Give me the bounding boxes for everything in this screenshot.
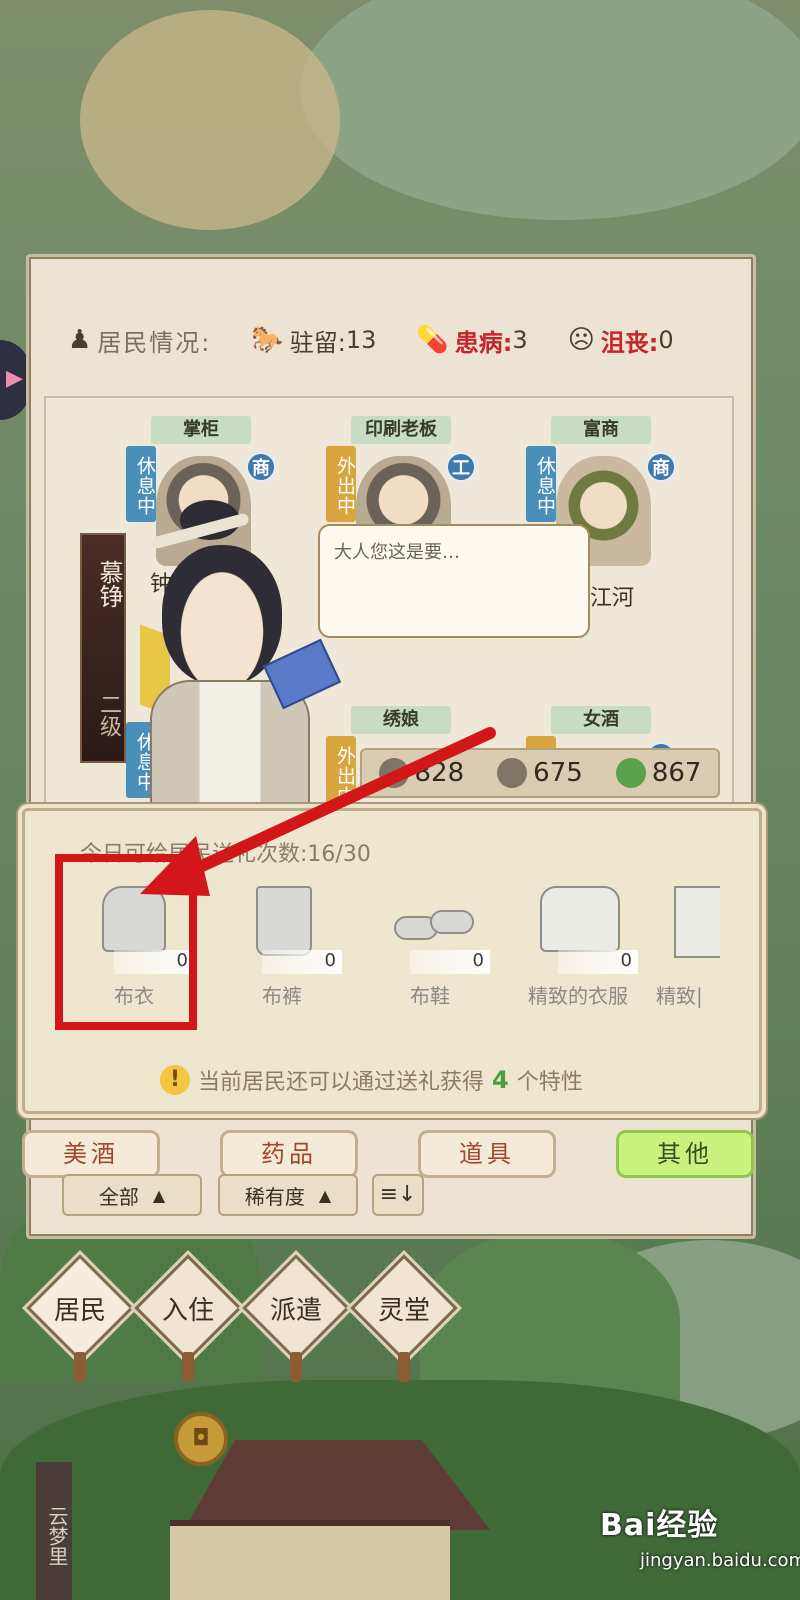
chevron-up-icon: ▲ — [152, 1185, 166, 1205]
baidu-watermark-logo: Bai经验 — [600, 1508, 719, 1543]
highlight-box — [55, 854, 197, 1030]
stationed-count: 🐎 驻留: 13 — [251, 325, 377, 357]
chevron-up-icon: ▲ — [318, 1185, 332, 1205]
tab-props[interactable]: 道具 — [418, 1130, 556, 1178]
fist-icon — [378, 758, 409, 788]
resident-role: 掌柜 — [151, 416, 251, 444]
character-stats: 828 675 867 — [360, 748, 720, 798]
gift-count: 0 — [410, 950, 490, 974]
town-sign: 云梦里 — [36, 1462, 72, 1600]
exclamation-icon: ! — [160, 1065, 190, 1095]
nav-memorial-hall[interactable]: 灵堂 — [350, 1254, 458, 1382]
gift-count: 0 — [558, 950, 638, 974]
merchant-badge: 商 — [246, 452, 276, 482]
gift-item-fine-partial[interactable]: 精致| — [656, 880, 720, 1010]
gift-count: 0 — [262, 950, 342, 974]
status-header: ♟ 居民情况: — [68, 325, 212, 357]
worker-badge: 工 — [446, 452, 476, 482]
tab-wine[interactable]: 美酒 — [22, 1130, 160, 1178]
filter-rarity-dropdown[interactable]: 稀有度 ▲ — [218, 1174, 358, 1216]
sort-button[interactable]: ≡↓ — [372, 1174, 424, 1216]
stat-heart: 675 — [497, 758, 583, 788]
nav-move-in[interactable]: 入住 — [134, 1254, 242, 1382]
gift-item-cloth-shoes[interactable]: 0 布鞋 — [360, 880, 490, 1010]
leaf-icon — [615, 758, 646, 788]
resident-status-bar: ♟ 居民情况: 🐎 驻留: 13 💊 患病: 3 ☹ 沮丧: 0 — [28, 300, 750, 380]
character-name-banner: 慕铮 二级 — [80, 533, 126, 763]
filter-all-dropdown[interactable]: 全部 ▲ — [62, 1174, 202, 1216]
character-name: 慕铮 — [95, 560, 123, 608]
resident-role: 富商 — [551, 416, 651, 444]
stat-strength: 828 — [378, 758, 464, 788]
stat-talent: 867 — [615, 758, 701, 788]
gift-label: 精致的衣服 — [528, 984, 628, 1008]
heart-icon — [497, 758, 528, 788]
gift-item-fine-clothes[interactable]: 0 精致的衣服 — [508, 880, 638, 1010]
baidu-watermark-url: jingyan.baidu.com — [640, 1550, 800, 1571]
nav-dispatch[interactable]: 派遣 — [242, 1254, 350, 1382]
gift-label: 精致| — [656, 984, 703, 1008]
depressed-count: ☹ 沮丧: 0 — [567, 325, 674, 357]
person-icon: ♟ — [68, 325, 92, 355]
horse-icon: 🐎 — [251, 325, 284, 355]
sad-face-icon: ☹ — [567, 325, 595, 355]
town-house[interactable] — [170, 1520, 450, 1600]
merchant-badge: 商 — [646, 452, 676, 482]
tab-other[interactable]: 其他 — [616, 1130, 754, 1178]
gift-label: 布裤 — [262, 984, 302, 1008]
speech-bubble: 大人您这是要… — [318, 524, 590, 638]
nav-residents[interactable]: 居民 — [26, 1254, 134, 1382]
tab-medicine[interactable]: 药品 — [220, 1130, 358, 1178]
gift-item-cloth-pants[interactable]: 0 布裤 — [212, 880, 342, 1010]
sick-count: 💊 患病: 3 — [416, 325, 528, 357]
gift-label: 布鞋 — [410, 984, 450, 1008]
resident-role: 女酒 — [551, 706, 651, 734]
resident-name: 江河 — [590, 586, 635, 611]
resident-state-tag: 休息中 — [526, 446, 556, 522]
fine-item-icon — [674, 880, 720, 970]
resident-role: 绣娘 — [351, 706, 451, 734]
trait-hint: ! 当前居民还可以通过送礼获得 4 个特性 — [160, 1064, 583, 1096]
pill-icon: 💊 — [416, 325, 449, 355]
arrow-right-icon: ▶ — [6, 366, 23, 391]
character-level: 二级 — [96, 693, 121, 737]
coin-icon[interactable]: ◘ — [174, 1412, 228, 1466]
resident-role: 印刷老板 — [351, 416, 451, 444]
